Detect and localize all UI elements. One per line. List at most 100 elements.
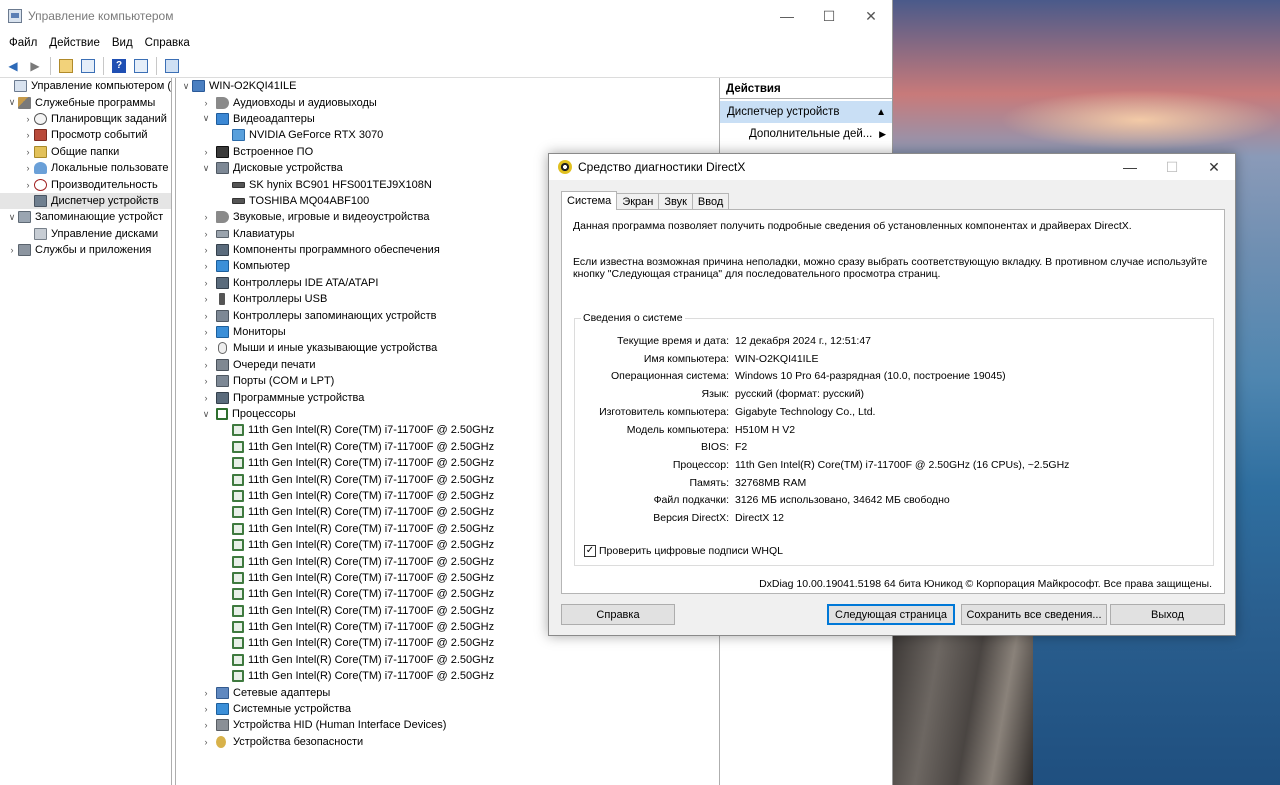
cpu-icon [232,621,244,634]
tree-item-shared-folders[interactable]: › Общие папки [0,144,171,160]
tree-item-services-apps[interactable]: › Службы и приложения [0,242,171,258]
minimize-button[interactable]: — [766,0,808,32]
chevron-right-icon[interactable]: › [22,114,34,124]
device-category[interactable]: › Сетевые адаптеры [176,684,719,700]
tree-item-device-manager[interactable]: Диспетчер устройств [0,192,171,210]
checkbox-checked-icon[interactable]: ✓ [584,545,596,557]
chevron-right-icon[interactable]: › [200,294,212,304]
toolbar-separator [50,56,51,75]
device-label: 11th Gen Intel(R) Core(TM) i7-11700F @ 2… [248,489,495,502]
exit-button[interactable]: Выход [1110,604,1225,625]
menu-view[interactable]: Вид [106,37,139,49]
close-button[interactable]: ✕ [850,0,892,32]
chevron-right-icon[interactable]: › [200,737,212,747]
chevron-right-icon[interactable]: › [200,245,212,255]
chevron-right-icon[interactable]: › [200,212,212,222]
show-hide-tree-icon[interactable] [132,57,150,75]
chevron-right-icon[interactable]: › [22,163,34,173]
tree-item-computer-management[interactable]: Управление компьютером (л [0,78,171,94]
properties-icon[interactable] [79,57,97,75]
chevron-right-icon[interactable]: › [200,343,212,353]
collapse-triangle-icon[interactable]: ▲ [876,107,886,118]
menu-file[interactable]: Файл [3,37,43,49]
dx-titlebar[interactable]: Средство диагностики DirectX — ☐ ✕ [549,154,1235,180]
chevron-right-icon[interactable]: › [200,98,212,108]
tree-item-performance[interactable]: › Производительность [0,176,171,192]
gpu-icon [232,129,245,142]
tab-display[interactable]: Экран [616,193,660,210]
computer-icon[interactable] [163,57,181,75]
chevron-right-icon[interactable]: › [22,130,34,140]
info-value: 3126 МБ использовано, 34642 МБ свободно [735,494,950,507]
chevron-down-icon[interactable]: ∨ [200,163,212,174]
chevron-right-icon[interactable]: › [22,180,34,190]
chevron-right-icon[interactable]: › [200,704,212,714]
chevron-down-icon[interactable]: ∨ [180,81,192,92]
chevron-down-icon[interactable]: ∨ [200,409,212,420]
help-button[interactable]: Справка [561,604,675,625]
chevron-right-icon[interactable]: › [200,278,212,288]
chevron-right-icon[interactable]: › [200,688,212,698]
actions-device-manager[interactable]: Диспетчер устройств ▲ [720,101,892,123]
toolbar-separator [156,56,157,75]
performance-icon [34,178,47,191]
up-folder-icon[interactable] [57,57,75,75]
tree-item-task-scheduler[interactable]: › Планировщик заданий [0,111,171,127]
help-icon[interactable]: ? [110,57,128,75]
chevron-down-icon[interactable]: ∨ [200,113,212,124]
device-category[interactable]: › Устройства безопасности [176,734,719,750]
device-category[interactable]: › Устройства HID (Human Interface Devices… [176,717,719,733]
tree-item-label: Планировщик заданий [51,112,167,125]
device-label: 11th Gen Intel(R) Core(TM) i7-11700F @ 2… [248,522,495,535]
device-label: 11th Gen Intel(R) Core(TM) i7-11700F @ 2… [248,604,495,617]
device-category[interactable]: › Системные устройства [176,701,719,717]
menu-bar: Файл Действие Вид Справка [0,32,892,54]
maximize-button[interactable]: ☐ [808,0,850,32]
chevron-down-icon[interactable]: ∨ [6,212,18,223]
cm-titlebar[interactable]: Управление компьютером — ☐ ✕ [0,0,892,32]
next-page-button[interactable]: Следующая страница [827,604,955,625]
device-label: 11th Gen Intel(R) Core(TM) i7-11700F @ 2… [248,473,495,486]
device-item[interactable]: 11th Gen Intel(R) Core(TM) i7-11700F @ 2… [176,635,719,651]
back-arrow-icon[interactable]: ◀ [4,57,22,75]
device-item[interactable]: NVIDIA GeForce RTX 3070 [176,127,719,143]
computer-icon [216,260,229,273]
chevron-right-icon[interactable]: › [200,229,212,239]
chevron-right-icon[interactable]: › [22,147,34,157]
actions-more[interactable]: Дополнительные дей... ▶ [720,123,892,145]
forward-arrow-icon[interactable]: ▶ [26,57,44,75]
chevron-right-icon[interactable]: › [200,360,212,370]
chevron-right-icon[interactable]: › [200,393,212,403]
tab-sound[interactable]: Звук [658,193,693,210]
device-tree-root[interactable]: ∨ WIN-O2KQI41ILE [176,78,719,94]
chevron-right-icon[interactable]: › [200,376,212,386]
device-item[interactable]: 11th Gen Intel(R) Core(TM) i7-11700F @ 2… [176,652,719,668]
tree-item-storage[interactable]: ∨ Запоминающие устройст [0,209,171,225]
tab-system[interactable]: Система [561,191,618,210]
save-all-button[interactable]: Сохранить все сведения... [961,604,1107,625]
chevron-down-icon[interactable]: ∨ [6,97,18,108]
tree-item-local-users[interactable]: › Локальные пользовате [0,160,171,176]
tab-input[interactable]: Ввод [691,193,730,210]
device-item[interactable]: 11th Gen Intel(R) Core(TM) i7-11700F @ 2… [176,668,719,684]
tree-item-event-viewer[interactable]: › Просмотр событий [0,127,171,143]
dx-close-button[interactable]: ✕ [1193,154,1235,180]
device-category[interactable]: › Аудиовходы и аудиовыходы [176,94,719,110]
tree-item-disk-management[interactable]: Управление дисками [0,226,171,242]
chevron-right-icon[interactable]: › [200,147,212,157]
device-label: Клавиатуры [233,227,295,240]
chevron-right-icon[interactable]: › [6,245,18,255]
device-category[interactable]: ∨ Видеоадаптеры [176,111,719,127]
menu-action[interactable]: Действие [43,37,106,49]
chevron-right-icon[interactable]: › [200,327,212,337]
chevron-right-icon[interactable]: › [200,261,212,271]
shared-folder-icon [34,145,47,158]
chevron-right-icon: ▶ [879,128,886,139]
system-info-group-label: Сведения о системе [581,312,685,324]
whql-checkbox[interactable]: ✓ Проверить цифровые подписи WHQL [584,545,783,557]
chevron-right-icon[interactable]: › [200,720,212,730]
tree-item-system-tools[interactable]: ∨ Служебные программы [0,94,171,110]
chevron-right-icon[interactable]: › [200,311,212,321]
menu-help[interactable]: Справка [139,37,196,49]
dx-minimize-button[interactable]: — [1109,154,1151,180]
